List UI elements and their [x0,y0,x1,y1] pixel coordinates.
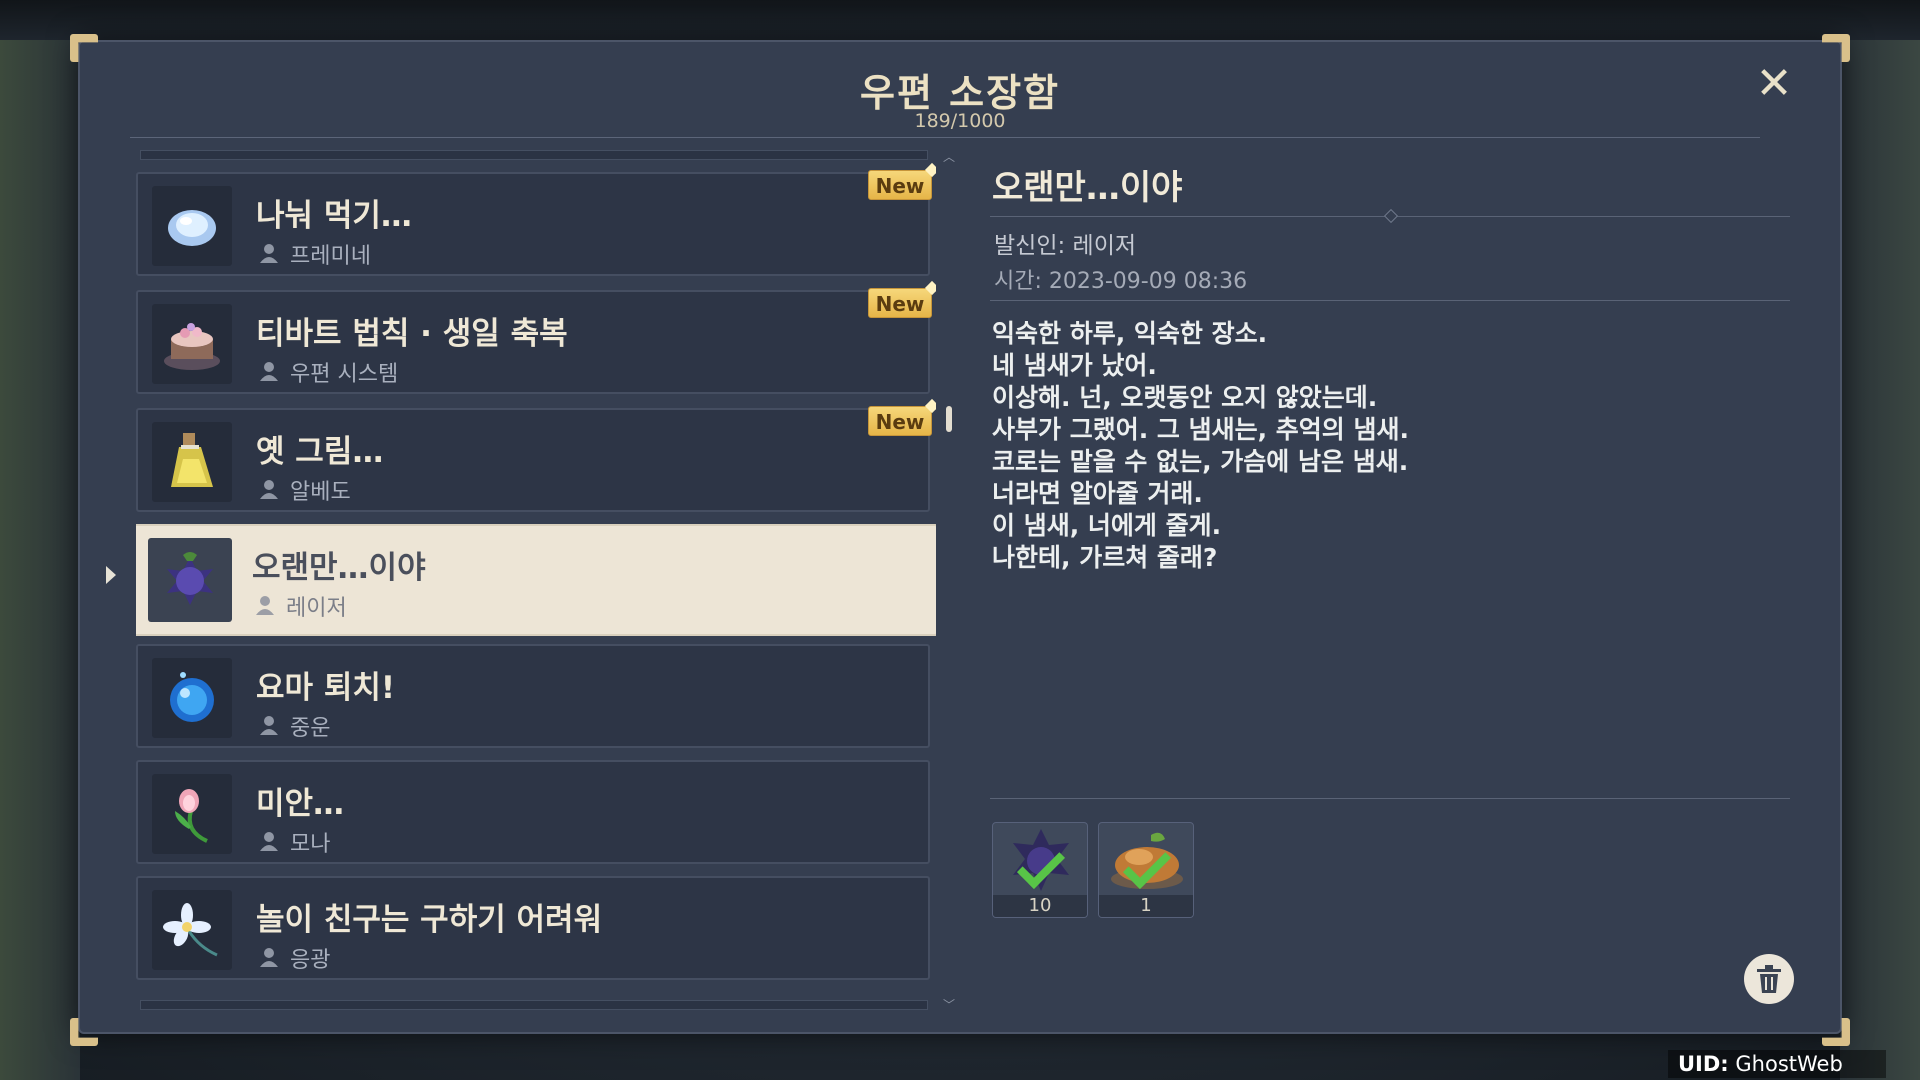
cake-icon [152,304,232,384]
mail-body-line: 이 냄새, 너에게 줄게. [992,511,1222,540]
mail-list[interactable]: 나눠 먹기… 프레미네 New 티바트 법칙 · 생일 축복 우편 시스템 Ne… [136,150,936,1012]
mail-subject: 놀이 친구는 구하기 어려워 [256,902,603,938]
scrollbar-thumb[interactable] [946,406,952,432]
attachment-item[interactable]: 1 [1098,822,1194,918]
close-button[interactable]: ✕ [1752,62,1796,106]
title-divider [130,137,1760,138]
mail-subject: 티바트 법칙 · 생일 축복 [256,316,568,352]
person-icon [260,716,278,735]
person-icon [260,480,278,499]
potion-icon [152,422,232,502]
mail-body-line: 코로는 맡을 수 없는, 가슴에 남은 냄새. [992,447,1409,476]
mail-count: 189/1000 [914,110,1006,132]
trash-icon [1757,965,1781,993]
new-badge: New [868,406,932,436]
blue-orb-icon [152,658,232,738]
delete-button[interactable] [1744,954,1794,1004]
selected-indicator-icon [106,566,116,584]
mail-body-line: 너라면 알아줄 거래. [992,479,1203,508]
uid-display: UID: GhostWeb [1668,1050,1886,1078]
mail-sender: 알베도 [290,480,351,505]
attachment-qty: 10 [993,895,1087,917]
background-right [1840,40,1920,1080]
new-badge: New [868,170,932,200]
person-icon [260,244,278,263]
background-top [0,0,1920,40]
mail-list-item-selected[interactable]: 오랜만…이야 레이저 [136,524,936,636]
uid-value: GhostWeb [1735,1052,1843,1076]
mail-sender: 프레미네 [290,244,371,269]
mail-subject: 옛 그림… [256,434,384,470]
white-flower-icon [152,890,232,970]
page-title: 우편 소장함 [859,71,1061,115]
mail-subject: 미안… [256,786,345,822]
detail-time: 시간: 2023-09-09 08:36 [994,269,1248,294]
mail-list-item[interactable]: 나눠 먹기… 프레미네 New [136,170,932,276]
mail-sender: 레이저 [286,596,347,621]
person-icon [260,948,278,967]
scroll-down-icon[interactable]: ﹀ [943,996,955,1012]
mail-sender: 중운 [290,716,331,741]
pearl-icon [152,186,232,266]
person-icon [260,362,278,381]
mail-sender: 모나 [290,832,331,857]
mail-list-item[interactable]: 티바트 법칙 · 생일 축복 우편 시스템 New [136,288,932,394]
mail-sender: 응광 [290,948,331,973]
detail-title: 오랜만…이야 [992,168,1183,208]
mail-body-line: 사부가 그랬어. 그 냄새는, 추억의 냄새. [992,415,1410,444]
mail-list-item[interactable]: 미안… 모나 [136,760,930,864]
new-badge: New [868,288,932,318]
person-icon [260,832,278,851]
mail-body-line: 네 냄새가 났어. [992,351,1157,380]
uid-label: UID: [1678,1052,1729,1076]
mail-body-line: 익숙한 하루, 익숙한 장소. [992,319,1268,348]
mail-subject: 나눠 먹기… [256,198,412,234]
mail-subject: 요마 퇴치! [256,670,396,706]
detail-divider [990,300,1790,301]
mail-sender: 우편 시스템 [290,362,399,387]
scroll-up-icon[interactable]: ︿ [943,148,955,164]
attachment-divider [990,798,1790,799]
mail-subject: 오랜만…이야 [252,550,426,586]
flower-icon [152,774,232,854]
mail-list-item[interactable]: 요마 퇴치! 중운 [136,644,930,748]
mail-list-item[interactable]: 옛 그림… 알베도 New [136,406,932,512]
mail-body: 익숙한 하루, 익숙한 장소. 네 냄새가 났어. 이상해. 넌, 오랫동안 오… [992,318,1409,574]
attachment-qty: 1 [1099,895,1193,917]
mail-list-item[interactable]: 놀이 친구는 구하기 어려워 응광 [136,876,930,980]
attachment-item[interactable]: 10 [992,822,1088,918]
dark-berry-icon [148,538,232,622]
detail-sender: 발신인: 레이저 [994,233,1137,259]
background-left [0,40,80,1080]
person-icon [256,596,274,615]
mail-body-line: 나한테, 가르쳐 줄래? [992,543,1218,572]
mail-body-line: 이상해. 넌, 오랫동안 오지 않았는데. [992,383,1378,412]
